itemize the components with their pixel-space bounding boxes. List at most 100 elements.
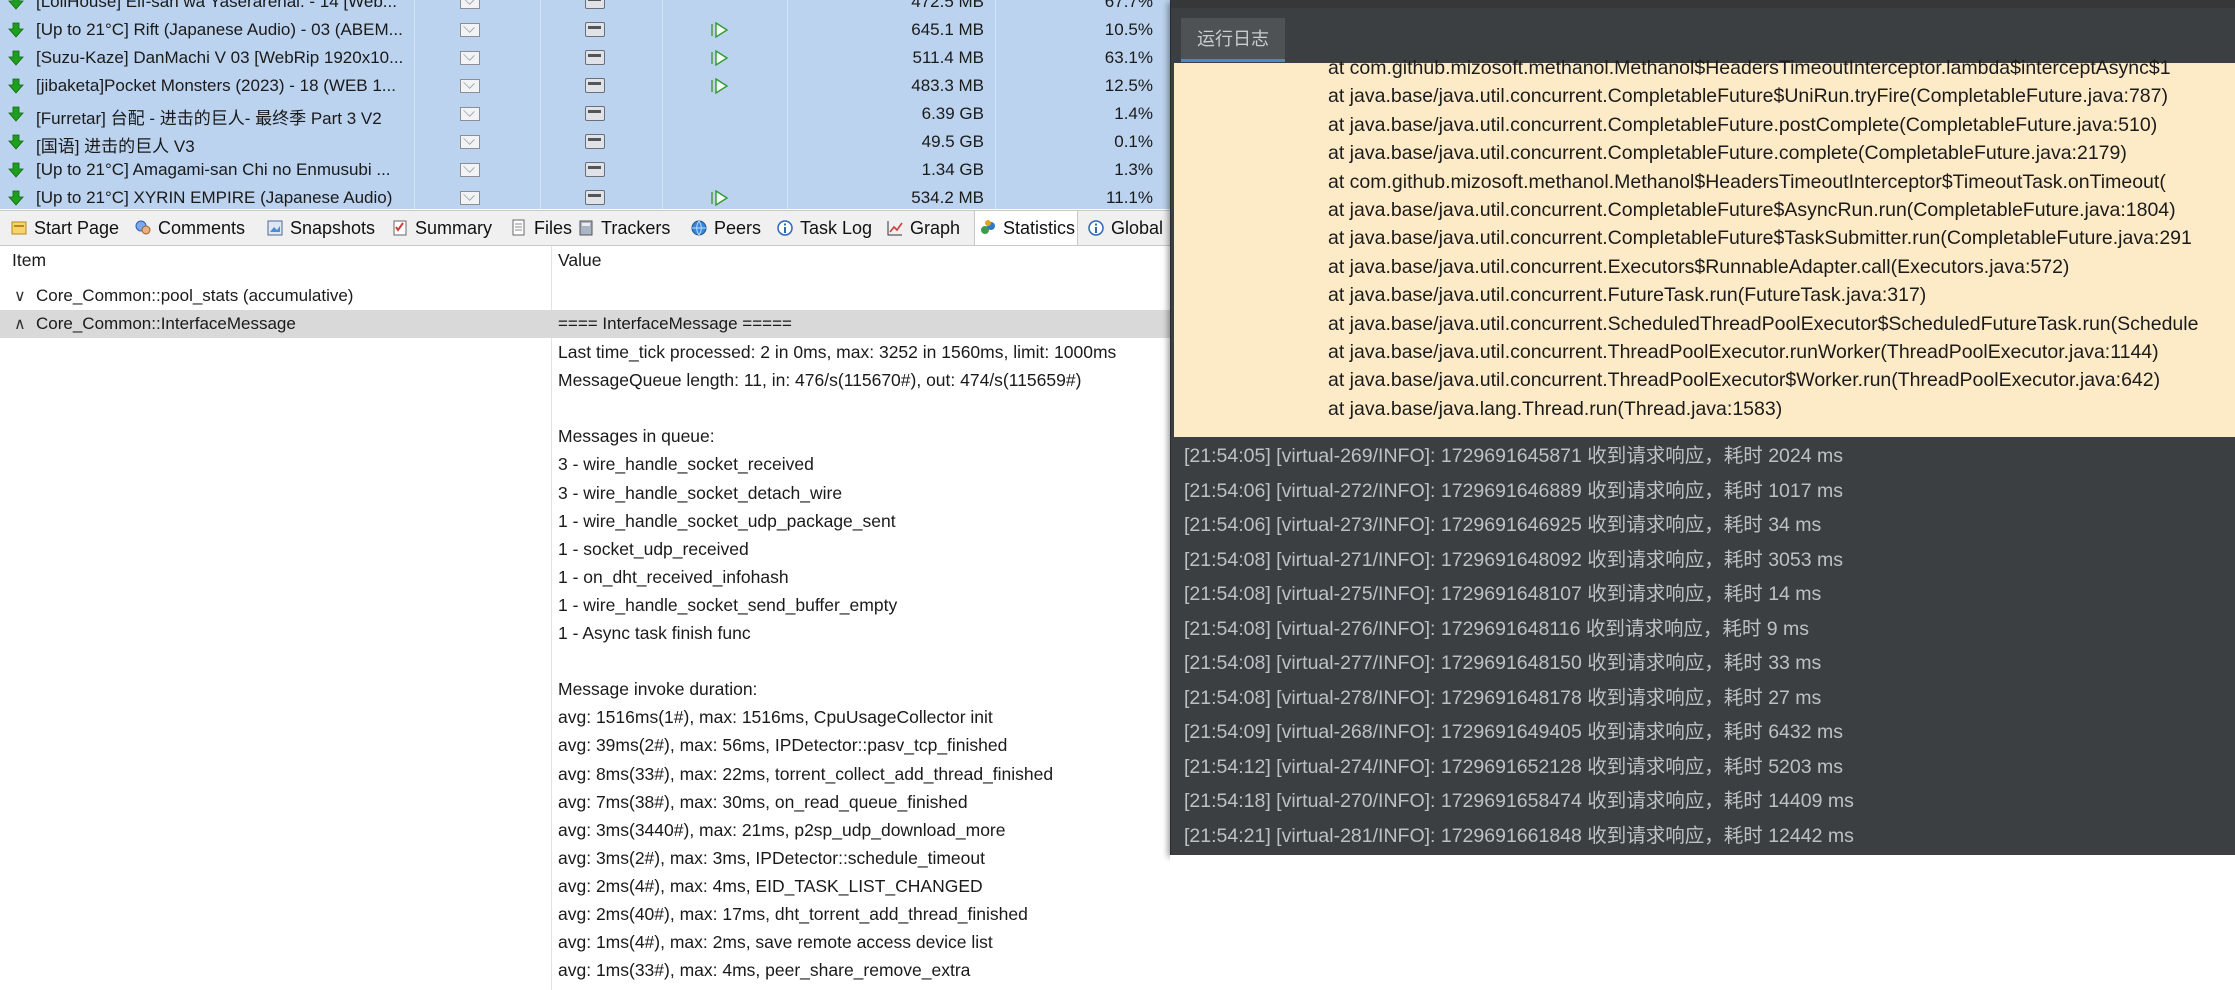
tab-snapshots[interactable]: Snapshots bbox=[262, 211, 383, 245]
tab-run-log[interactable]: 运行日志 bbox=[1181, 18, 1285, 62]
play-preview-icon[interactable] bbox=[711, 77, 729, 95]
summary-icon bbox=[391, 219, 409, 237]
download-arrow-icon bbox=[8, 22, 24, 38]
stat-value-line: MessageQueue length: 11, in: 476/s(11567… bbox=[558, 370, 1082, 391]
stat-value-line: avg: 7ms(38#), max: 30ms, on_read_queue_… bbox=[558, 791, 968, 812]
tree-item-value: ==== InterfaceMessage ===== bbox=[558, 314, 792, 333]
tab-peers[interactable]: Peers bbox=[686, 211, 768, 245]
stack-trace-line: at java.base/java.util.concurrent.Thread… bbox=[1328, 341, 2159, 363]
stat-value-line: 1 - wire_handle_socket_udp_package_sent bbox=[558, 510, 896, 531]
tab-label: Global bbox=[1111, 218, 1164, 238]
tab-summary[interactable]: Summary bbox=[387, 211, 502, 245]
peers-icon bbox=[690, 219, 708, 237]
tree-row[interactable]: ∨ Core_Common::pool_stats (accumulative) bbox=[0, 282, 1170, 310]
log-line: [21:54:06] [virtual-273/INFO]: 172969164… bbox=[1184, 514, 1822, 536]
tab-task-log[interactable]: Task Log bbox=[772, 211, 878, 245]
stack-trace-line: at java.base/java.util.concurrent.Comple… bbox=[1328, 85, 2168, 108]
stack-trace-line: at java.base/java.util.concurrent.Schedu… bbox=[1328, 312, 2199, 335]
exception-stack-trace: at com.github.mizosoft.methanol.Methanol… bbox=[1174, 57, 2235, 437]
stat-value-line: avg: 2ms(40#), max: 17ms, dht_torrent_ad… bbox=[558, 904, 1028, 924]
tab-label: Task Log bbox=[800, 218, 873, 238]
storage-drive-icon bbox=[585, 0, 605, 9]
play-preview-icon[interactable] bbox=[711, 49, 729, 67]
column-header-value[interactable]: Value bbox=[558, 250, 601, 271]
stat-value-line: 1 - Async task finish func bbox=[558, 623, 751, 643]
download-row[interactable]: [Furretar] 台配 - 进击的巨人- 最终季 Part 3 V2 6.39… bbox=[0, 100, 1170, 129]
download-row[interactable]: [LoliHouse] Elf-san wa Yaserarenai. - 14… bbox=[0, 0, 1170, 17]
download-name: [Up to 21°C] Rift (Japanese Audio) - 03 … bbox=[36, 20, 403, 39]
download-row[interactable]: [国语] 进击的巨人 V3 49.5 GB 0.1% bbox=[0, 128, 1170, 157]
download-size: 645.1 MB bbox=[911, 20, 984, 39]
log-line: [21:54:08] [virtual-278/INFO]: 172969164… bbox=[1184, 686, 1822, 709]
statistics-panel: Item Value ∨ Core_Common::pool_stats (acc… bbox=[0, 246, 1170, 990]
comment-envelope-icon[interactable] bbox=[460, 79, 480, 93]
download-row[interactable]: [Up to 21°C] Rift (Japanese Audio) - 03 … bbox=[0, 16, 1170, 45]
comment-envelope-icon[interactable] bbox=[460, 0, 480, 9]
comment-envelope-icon[interactable] bbox=[460, 191, 480, 205]
tab-start-page[interactable]: Start Page bbox=[6, 211, 124, 245]
log-line: [21:54:09] [virtual-268/INFO]: 172969164… bbox=[1184, 721, 1843, 743]
tab-graph[interactable]: Graph bbox=[882, 211, 970, 245]
comment-envelope-icon[interactable] bbox=[460, 135, 480, 149]
download-size: 472.5 MB bbox=[911, 0, 984, 11]
tab-files[interactable]: Files bbox=[506, 211, 573, 245]
window-title-strip[interactable] bbox=[1171, 0, 2235, 8]
collapse-chevron-icon[interactable]: ∧ bbox=[14, 314, 26, 334]
tab-label: Files bbox=[534, 218, 573, 238]
background-area bbox=[1170, 855, 2235, 990]
download-name: [jibaketa]Pocket Monsters (2023) - 18 (W… bbox=[36, 76, 396, 95]
download-row[interactable]: [Up to 21°C] XYRIN EMPIRE (Japanese Audi… bbox=[0, 184, 1170, 209]
download-name: [Furretar] 台配 - 进击的巨人- 最终季 Part 3 V2 bbox=[36, 109, 382, 128]
tab-global[interactable]: Global bbox=[1083, 211, 1170, 245]
detail-tab-bar: Start Page Comments Snapshots Summary Files T… bbox=[0, 210, 1170, 246]
column-separator bbox=[414, 44, 415, 72]
column-separator bbox=[540, 0, 541, 16]
download-name: [Suzu-Kaze] DanMachi V 03 [WebRip 1920x1… bbox=[36, 48, 404, 67]
download-row[interactable]: [Up to 21°C] Amagami-san Chi no Enmusubi… bbox=[0, 156, 1170, 185]
stat-value-line: avg: 2ms(4#), max: 4ms, EID_TASK_LIST_CH… bbox=[558, 875, 983, 896]
tab-label: Comments bbox=[158, 218, 246, 238]
column-separator bbox=[414, 156, 415, 184]
column-separator bbox=[540, 100, 541, 128]
download-row[interactable]: [jibaketa]Pocket Monsters (2023) - 18 (W… bbox=[0, 72, 1170, 101]
comment-envelope-icon[interactable] bbox=[460, 51, 480, 65]
expand-chevron-icon[interactable]: ∨ bbox=[14, 286, 26, 306]
play-preview-icon[interactable] bbox=[711, 21, 729, 39]
download-progress: 11.1% bbox=[1106, 188, 1153, 207]
column-separator bbox=[414, 100, 415, 128]
tab-label: Trackers bbox=[601, 218, 671, 238]
download-progress: 10.5% bbox=[1104, 20, 1153, 39]
comment-envelope-icon[interactable] bbox=[460, 23, 480, 37]
storage-drive-icon bbox=[585, 190, 605, 205]
stat-value-line: avg: 1ms(33#), max: 4ms, peer_share_remo… bbox=[558, 960, 971, 981]
log-line: [21:54:05] [virtual-269/INFO]: 172969164… bbox=[1184, 445, 1843, 467]
comment-envelope-icon[interactable] bbox=[460, 107, 480, 121]
tab-comments[interactable]: Comments bbox=[130, 211, 258, 245]
column-separator bbox=[662, 100, 663, 128]
tab-statistics[interactable]: Statistics bbox=[974, 211, 1078, 245]
tab-trackers[interactable]: Trackers bbox=[573, 211, 682, 245]
stack-trace-line: at java.base/java.util.concurrent.Comple… bbox=[1328, 227, 2192, 250]
column-separator bbox=[540, 16, 541, 44]
column-header-item[interactable]: Item bbox=[12, 250, 46, 271]
download-row[interactable]: [Suzu-Kaze] DanMachi V 03 [WebRip 1920x1… bbox=[0, 44, 1170, 73]
stat-value-line: avg: 39ms(2#), max: 56ms, IPDetector::pa… bbox=[558, 735, 1008, 756]
tab-label: Statistics bbox=[1003, 218, 1076, 238]
stack-trace-line: at java.base/java.util.concurrent.Thread… bbox=[1328, 369, 2161, 392]
storage-drive-icon bbox=[585, 78, 605, 93]
download-list[interactable]: [LoliHouse] Elf-san wa Yaserarenai. - 14… bbox=[0, 0, 1170, 209]
log-line: [21:54:08] [virtual-277/INFO]: 172969164… bbox=[1184, 652, 1822, 674]
storage-drive-icon bbox=[585, 106, 605, 121]
stat-value-line: 1 - on_dht_received_infohash bbox=[558, 566, 789, 587]
play-preview-icon[interactable] bbox=[711, 189, 729, 207]
column-divider[interactable] bbox=[551, 246, 552, 990]
stack-trace-line: at java.base/java.util.concurrent.Future… bbox=[1328, 284, 1927, 307]
download-arrow-icon bbox=[8, 50, 24, 66]
files-icon bbox=[510, 219, 528, 237]
tree-row[interactable]: ∧ Core_Common::InterfaceMessage ==== Inter… bbox=[0, 310, 1170, 338]
download-arrow-icon bbox=[8, 162, 24, 178]
tree-item-name: Core_Common::pool_stats (accumulative) bbox=[36, 286, 354, 305]
storage-drive-icon bbox=[585, 22, 605, 37]
comments-icon bbox=[134, 219, 152, 237]
comment-envelope-icon[interactable] bbox=[460, 163, 480, 177]
